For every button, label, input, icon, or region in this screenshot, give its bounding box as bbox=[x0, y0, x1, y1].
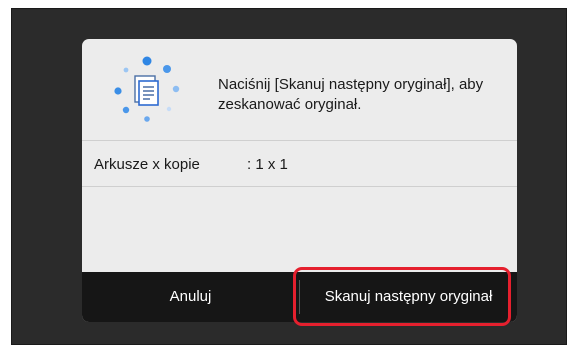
sheets-copies-value: : 1 x 1 bbox=[247, 156, 288, 173]
instruction-message: Naciśnij [Skanuj następny oryginał], aby… bbox=[218, 76, 484, 113]
sheets-copies-row: Arkusze x kopie : 1 x 1 bbox=[82, 142, 517, 187]
button-highlight-frame bbox=[293, 267, 511, 326]
cancel-button[interactable]: Anuluj bbox=[82, 272, 299, 322]
message-area: Naciśnij [Skanuj następny oryginał], aby… bbox=[82, 39, 517, 141]
sheets-copies-label: Arkusze x kopie bbox=[94, 156, 200, 173]
scanning-document-icon bbox=[114, 56, 180, 122]
